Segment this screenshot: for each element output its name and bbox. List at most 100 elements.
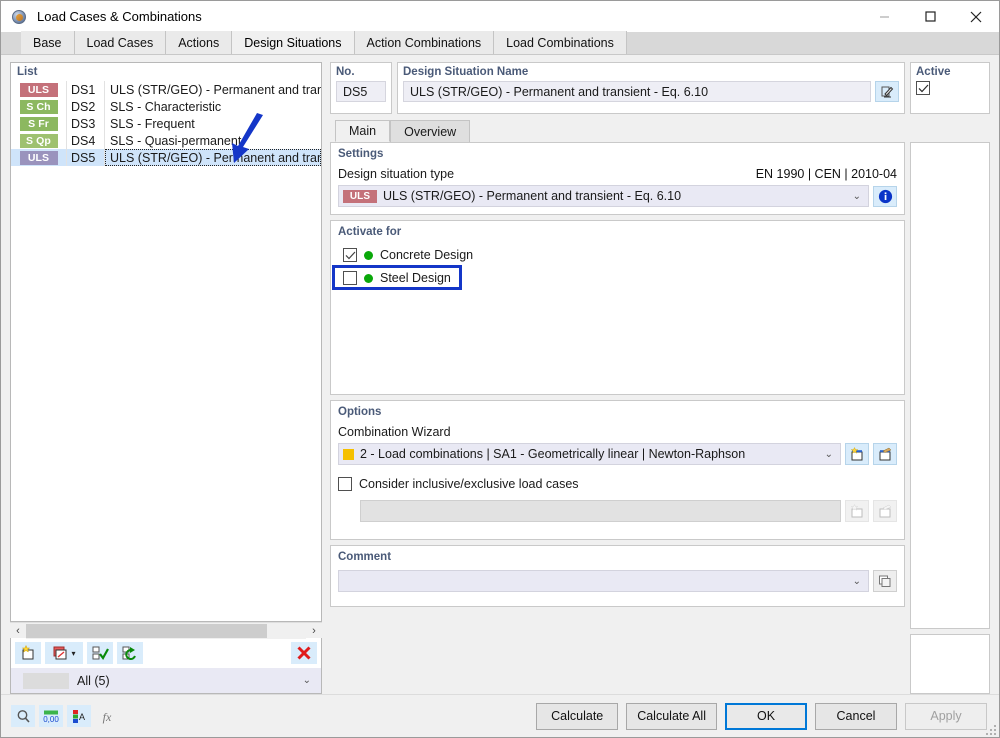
minimize-button[interactable] [861,1,907,32]
scrollbar-track[interactable] [26,622,306,639]
design-situations-listbox[interactable]: List ULS DS1 ULS (STR/GEO) - Permanent a… [10,62,322,622]
design-situations-list-panel: List ULS DS1 ULS (STR/GEO) - Permanent a… [10,62,322,694]
tab-action-combinations[interactable]: Action Combinations [354,31,495,54]
row-badge-cell: ULS [11,149,67,166]
comment-title: Comment [338,551,392,563]
ok-button[interactable]: OK [725,702,807,730]
activate-item-steel-design[interactable]: Steel Design [332,265,897,290]
select-all-button[interactable] [87,642,113,664]
calculate-all-button[interactable]: Calculate All [626,702,717,730]
table-row[interactable]: S Fr DS3 SLS - Frequent [11,115,321,132]
dialog-buttons: Calculate Calculate All OK Cancel Apply [536,702,987,730]
table-row-selected[interactable]: ULS DS5 ULS (STR/GEO) - Permanent and tr… [11,149,321,166]
settings-title: Settings [338,148,384,160]
edit-wizard-icon[interactable] [873,443,897,465]
type-value: ULS (STR/GEO) - Permanent and transient … [383,189,682,203]
side-panel-lower [910,634,990,694]
tab-base[interactable]: Base [21,31,75,54]
chevron-down-icon[interactable]: ⌄ [303,675,311,686]
row-badge-cell: S Fr [11,115,67,132]
consider-inclusive-row[interactable]: Consider inclusive/exclusive load cases [338,474,897,494]
copy-comment-icon[interactable] [873,570,897,592]
scroll-left-icon[interactable]: ‹ [10,622,26,639]
design-situation-type-select[interactable]: ULS ULS (STR/GEO) - Permanent and transi… [338,185,869,207]
standard-reference: EN 1990 | CEN | 2010-04 [755,167,897,181]
scrollbar-thumb[interactable] [26,623,267,638]
row-number: DS2 [67,98,105,115]
status-dot-icon [364,250,373,260]
table-row[interactable]: S Qp DS4 SLS - Quasi-permanent [11,132,321,149]
cancel-button[interactable]: Cancel [815,702,897,730]
tab-main[interactable]: Main [335,120,391,142]
design-situation-type-row-combo: ULS ULS (STR/GEO) - Permanent and transi… [338,185,897,207]
chevron-down-icon[interactable]: ⌄ [853,576,864,587]
chevron-down-icon[interactable]: ▾ [71,649,75,658]
wizard-color-swatch [343,448,354,460]
resize-grip[interactable] [986,725,996,735]
design-situation-type-row: Design situation type EN 1990 | CEN | 20… [338,167,897,181]
tab-load-combinations[interactable]: Load Combinations [494,31,627,54]
chevron-down-icon[interactable]: ⌄ [825,449,836,460]
footer-icon-bar: 0,00 A fx [11,705,119,727]
list-horizontal-scrollbar[interactable]: ‹ › [10,622,322,639]
calculate-button[interactable]: Calculate [536,702,619,730]
title-bar: Load Cases & Combinations [1,1,999,32]
status-badge: S Qp [19,133,58,148]
new-design-situation-button[interactable] [15,642,41,664]
chevron-down-icon[interactable]: ⌄ [853,191,864,202]
search-object-icon[interactable] [11,705,35,727]
combination-wizard-value: 2 - Load combinations | SA1 - Geometrica… [360,447,746,461]
detail-tab-bar: Main Overview [330,120,990,142]
activate-for-panel: Activate for Concrete Design Steel Desig… [330,220,905,395]
colors-icon[interactable]: A [67,705,91,727]
combination-wizard-select[interactable]: 2 - Load combinations | SA1 - Geometrica… [338,443,841,465]
design-situation-name-input[interactable]: ULS (STR/GEO) - Permanent and transient … [403,81,871,102]
activate-item-concrete-design[interactable]: Concrete Design [338,245,897,265]
name-field-group: Design Situation Name ULS (STR/GEO) - Pe… [397,62,905,114]
tab-overview[interactable]: Overview [390,120,471,142]
list-filter-dropdown[interactable]: All (5) ⌄ [10,668,322,694]
active-label: Active [916,66,951,78]
activate-for-title: Activate for [338,226,402,238]
tab-load-cases[interactable]: Load Cases [74,31,167,54]
type-badge: ULS [343,189,377,203]
number-label: No. [336,66,355,78]
new-wizard-icon[interactable] [845,443,869,465]
number-value: DS5 [336,81,386,102]
main-tab-bar: Base Load Cases Actions Design Situation… [1,31,999,55]
tab-design-situations[interactable]: Design Situations [232,31,355,54]
row-name: SLS - Frequent [110,116,195,131]
scroll-right-icon[interactable]: › [306,622,322,639]
invert-selection-button[interactable] [117,642,143,664]
svg-text:fx: fx [102,710,111,724]
edit-pencil-icon[interactable] [875,81,899,102]
dialog-body: List ULS DS1 ULS (STR/GEO) - Permanent a… [1,55,999,694]
delete-button[interactable] [291,642,317,664]
row-number: DS5 [67,149,105,166]
row-badge-cell: S Qp [11,132,67,149]
filter-swatch [23,672,69,689]
settings-panel: Settings Design situation type EN 1990 |… [330,142,905,215]
dialog-footer: 0,00 A fx Calculate Calculate All OK Can… [1,694,999,737]
table-row[interactable]: ULS DS1 ULS (STR/GEO) - Permanent and tr… [11,81,321,98]
row-name: SLS - Characteristic [110,99,222,114]
consider-inclusive-checkbox[interactable] [338,477,352,491]
copy-design-situation-button[interactable]: ▾ [45,642,83,664]
close-button[interactable] [953,1,999,32]
table-row[interactable]: S Ch DS2 SLS - Characteristic [11,98,321,115]
tab-actions[interactable]: Actions [166,31,233,54]
steel-design-checkbox[interactable] [343,271,357,285]
concrete-design-checkbox[interactable] [343,248,357,262]
options-panel: Options Combination Wizard 2 - Load comb… [330,400,905,540]
status-badge: ULS [19,150,58,165]
comment-input[interactable]: ⌄ [338,570,869,592]
info-icon[interactable] [873,185,897,207]
maximize-button[interactable] [907,1,953,32]
decimal-places-icon[interactable]: 0,00 [39,705,63,727]
active-checkbox[interactable] [916,81,930,95]
formula-icon[interactable]: fx [95,705,119,727]
detail-content: Settings Design situation type EN 1990 |… [330,142,990,694]
row-name: ULS (STR/GEO) - Permanent and transient … [105,149,321,166]
row-name: ULS (STR/GEO) - Permanent and transient … [110,82,321,97]
list-title: List [11,63,321,81]
